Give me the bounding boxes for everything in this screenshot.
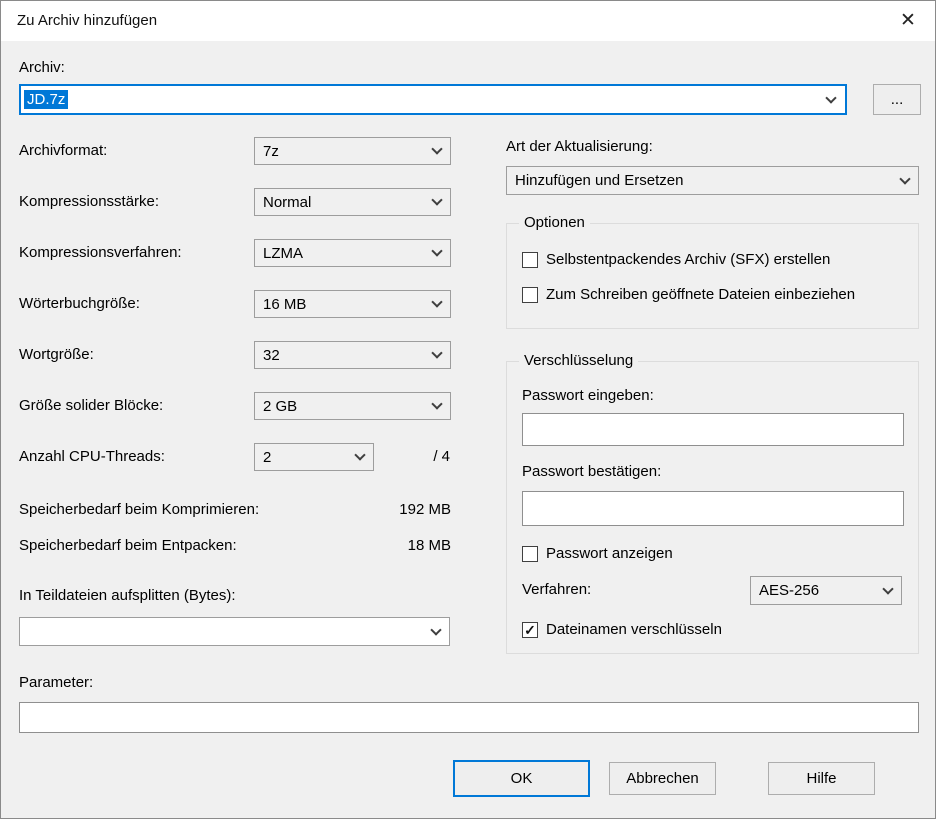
encryption-group: Verschlüsselung Passwort eingeben: Passw… xyxy=(506,361,919,654)
encryption-method-select[interactable]: AES-256 xyxy=(750,576,902,605)
archive-format-select[interactable]: 7z xyxy=(254,137,451,165)
memory-compress-label: Speicherbedarf beim Komprimieren: xyxy=(19,501,259,518)
archive-name-combobox[interactable]: JD.7z xyxy=(19,84,847,115)
confirm-password-label: Passwort bestätigen: xyxy=(522,463,661,480)
shared-files-checkbox-row[interactable]: Zum Schreiben geöffnete Dateien einbezie… xyxy=(522,286,855,303)
split-volumes-combobox[interactable] xyxy=(19,617,450,646)
show-password-checkbox-row[interactable]: Passwort anzeigen xyxy=(522,545,673,562)
dictionary-size-label: Wörterbuchgröße: xyxy=(19,290,140,318)
compression-method-label: Kompressionsverfahren: xyxy=(19,239,182,267)
encryption-group-title: Verschlüsselung xyxy=(519,352,638,370)
browse-button[interactable]: ... xyxy=(873,84,921,115)
chevron-down-icon xyxy=(431,194,442,205)
chevron-down-icon xyxy=(431,245,442,256)
split-volumes-label: In Teildateien aufsplitten (Bytes): xyxy=(19,587,236,604)
chevron-down-icon xyxy=(882,583,893,594)
show-password-checkbox[interactable] xyxy=(522,546,538,562)
encrypt-names-checkbox-row[interactable]: ✓ Dateinamen verschlüsseln xyxy=(522,621,722,638)
titlebar[interactable]: Zu Archiv hinzufügen ✕ xyxy=(1,1,935,41)
solid-block-size-label: Größe solider Blöcke: xyxy=(19,392,163,420)
browse-button-label: ... xyxy=(891,91,904,108)
checkmark-icon: ✓ xyxy=(524,622,536,638)
cpu-threads-label: Anzahl CPU-Threads: xyxy=(19,443,165,471)
archive-name-value: JD.7z xyxy=(24,90,68,109)
solid-block-size-select[interactable]: 2 GB xyxy=(254,392,451,420)
add-to-archive-dialog: Zu Archiv hinzufügen ✕ Archiv: JD.7z ...… xyxy=(0,0,936,819)
memory-decompress-value: 18 MB xyxy=(331,537,451,554)
shared-files-checkbox[interactable] xyxy=(522,287,538,303)
encryption-method-label: Verfahren: xyxy=(522,581,591,598)
close-button[interactable]: ✕ xyxy=(885,1,931,39)
confirm-password-input[interactable] xyxy=(522,491,904,526)
word-size-label: Wortgröße: xyxy=(19,341,94,369)
encrypt-names-checkbox-label: Dateinamen verschlüsseln xyxy=(546,621,722,638)
archive-format-label: Archivformat: xyxy=(19,137,107,165)
chevron-down-icon xyxy=(431,398,442,409)
parameter-label: Parameter: xyxy=(19,674,93,691)
options-group: Optionen Selbstentpackendes Archiv (SFX)… xyxy=(506,223,919,329)
dictionary-size-select[interactable]: 16 MB xyxy=(254,290,451,318)
sfx-checkbox[interactable] xyxy=(522,252,538,268)
ok-button[interactable]: OK xyxy=(453,760,590,797)
chevron-down-icon xyxy=(899,173,910,184)
compression-method-select[interactable]: LZMA xyxy=(254,239,451,267)
memory-compress-value: 192 MB xyxy=(331,501,451,518)
close-icon: ✕ xyxy=(900,9,916,32)
chevron-down-icon xyxy=(431,143,442,154)
encrypt-names-checkbox[interactable]: ✓ xyxy=(522,622,538,638)
sfx-checkbox-row[interactable]: Selbstentpackendes Archiv (SFX) erstelle… xyxy=(522,251,830,268)
compression-level-select[interactable]: Normal xyxy=(254,188,451,216)
dialog-title: Zu Archiv hinzufügen xyxy=(17,1,157,41)
update-mode-label: Art der Aktualisierung: xyxy=(506,138,653,155)
chevron-down-icon xyxy=(431,347,442,358)
memory-decompress-label: Speicherbedarf beim Entpacken: xyxy=(19,537,237,554)
compression-level-label: Kompressionsstärke: xyxy=(19,188,159,216)
chevron-down-icon xyxy=(431,296,442,307)
cancel-button[interactable]: Abbrechen xyxy=(609,762,716,795)
archive-label: Archiv: xyxy=(19,59,65,76)
chevron-down-icon xyxy=(354,449,365,460)
word-size-select[interactable]: 32 xyxy=(254,341,451,369)
cpu-threads-total: / 4 xyxy=(381,443,450,471)
shared-files-checkbox-label: Zum Schreiben geöffnete Dateien einbezie… xyxy=(546,286,855,303)
enter-password-label: Passwort eingeben: xyxy=(522,387,654,404)
update-mode-select[interactable]: Hinzufügen und Ersetzen xyxy=(506,166,919,195)
chevron-down-icon xyxy=(430,624,441,635)
enter-password-input[interactable] xyxy=(522,413,904,446)
cpu-threads-select[interactable]: 2 xyxy=(254,443,374,471)
show-password-checkbox-label: Passwort anzeigen xyxy=(546,545,673,562)
options-group-title: Optionen xyxy=(519,214,590,232)
parameter-input[interactable] xyxy=(19,702,919,733)
chevron-down-icon xyxy=(825,92,836,103)
help-button[interactable]: Hilfe xyxy=(768,762,875,795)
sfx-checkbox-label: Selbstentpackendes Archiv (SFX) erstelle… xyxy=(546,251,830,268)
